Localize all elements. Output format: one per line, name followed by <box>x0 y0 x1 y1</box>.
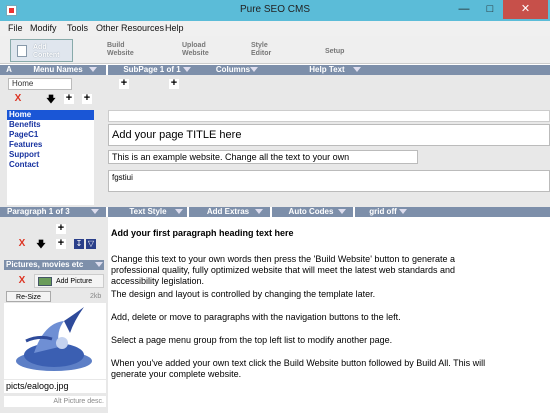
list-item[interactable]: Home <box>7 110 94 120</box>
page-url-field[interactable] <box>108 110 550 122</box>
menu-file[interactable]: File <box>8 23 23 33</box>
title-bar: Pure SEO CMS — □ ✕ <box>0 0 550 21</box>
paragraph-body-4[interactable]: Select a page menu group from the top le… <box>111 335 503 346</box>
page-icon <box>17 45 27 57</box>
a-header: A <box>6 65 12 74</box>
list-item[interactable]: Features <box>7 140 94 150</box>
merge-icon[interactable]: ▽ <box>86 239 96 249</box>
auto-codes-tab[interactable]: Auto Codes <box>275 207 347 217</box>
merge-down-icon[interactable]: ↧ <box>74 239 84 249</box>
add-page-button[interactable]: + <box>64 93 74 104</box>
chevron-down-icon <box>399 209 407 214</box>
delete-page-button[interactable]: X <box>13 94 23 104</box>
columns-tab[interactable]: Columns <box>207 65 259 75</box>
add-extras-tab[interactable]: Add Extras <box>192 207 264 217</box>
maximize-button[interactable]: □ <box>477 0 503 19</box>
menu-names-tab[interactable]: Menu Names <box>18 65 98 75</box>
subpage-tab[interactable]: SubPage 1 of 1 <box>112 65 192 75</box>
paragraph-heading[interactable]: Add your first paragraph heading text he… <box>111 228 503 239</box>
picture-preview[interactable] <box>4 303 106 379</box>
menu-group-select[interactable]: Home <box>8 78 72 90</box>
menu-bar: File Modify Tools Other Resources Help <box>0 21 550 36</box>
chevron-down-icon <box>91 209 99 214</box>
list-item[interactable]: Benefits <box>7 120 94 130</box>
add-picture-label: Add Picture <box>56 278 93 285</box>
chevron-down-icon <box>175 209 183 214</box>
pictures-header[interactable]: Pictures, movies etc <box>4 260 104 270</box>
paragraph-body-5[interactable]: When you've added your own text click th… <box>111 358 503 380</box>
page-keywords-field[interactable]: fgstiui <box>108 170 550 192</box>
upload-website-button[interactable]: Upload Website <box>182 42 209 58</box>
paragraph-tab[interactable]: Paragraph 1 of 3 <box>2 207 100 217</box>
menu-other-resources[interactable]: Other Resources <box>96 23 164 33</box>
chevron-down-icon <box>338 209 346 214</box>
style-editor-button[interactable]: Style Editor <box>251 42 271 58</box>
add-page-after-button[interactable]: + <box>82 93 92 104</box>
add-content-button[interactable]: Add Content <box>10 39 73 62</box>
add-paragraph-button[interactable]: + <box>56 238 66 249</box>
alt-text-field[interactable]: Alt Picture desc. <box>4 396 106 407</box>
add-picture-button[interactable]: Add Picture <box>34 274 104 288</box>
minimize-button[interactable]: — <box>451 0 477 19</box>
picture-filename-field[interactable]: picts/ealogo.jpg <box>4 380 106 393</box>
delete-paragraph-button[interactable]: X <box>17 239 27 249</box>
paragraph-body-3[interactable]: Add, delete or move to paragraphs with t… <box>111 312 503 323</box>
move-paragraph-down-button[interactable]: 🡇 <box>36 239 46 249</box>
paragraph-editor[interactable]: Add your first paragraph heading text he… <box>108 220 550 413</box>
chevron-down-icon <box>95 262 103 267</box>
resize-button[interactable]: Re-Size <box>6 291 51 302</box>
logo-image <box>16 307 92 371</box>
picture-size: 2kb <box>90 293 102 300</box>
chevron-down-icon <box>89 67 97 72</box>
add-subpage-button[interactable]: + <box>119 78 129 89</box>
add-paragraph-above-button[interactable]: + <box>56 223 66 234</box>
add-content-label: Add Content <box>33 44 60 59</box>
paragraph-header-bar: Paragraph 1 of 3 Text Style Add Extras A… <box>0 207 550 217</box>
build-website-button[interactable]: Build Website <box>107 42 134 58</box>
paragraph-body-1[interactable]: Change this text to your own words then … <box>111 254 503 287</box>
close-button[interactable]: ✕ <box>503 0 548 19</box>
setup-button[interactable]: Setup <box>325 48 344 56</box>
list-item[interactable]: PageC1 <box>7 130 94 140</box>
paragraph-body-2[interactable]: The design and layout is controlled by c… <box>111 289 503 300</box>
text-style-tab[interactable]: Text Style <box>112 207 184 217</box>
help-text-tab[interactable]: Help Text <box>292 65 362 75</box>
grid-toggle-tab[interactable]: grid off <box>358 207 408 217</box>
page-description-field[interactable]: This is an example website. Change all t… <box>108 150 418 164</box>
add-column-button[interactable]: + <box>169 78 179 89</box>
top-header-bar: A Menu Names SubPage 1 of 1 Columns Help… <box>0 65 550 75</box>
page-list: Home Benefits PageC1 Features Support Co… <box>7 110 94 205</box>
chevron-down-icon <box>183 67 191 72</box>
page-title-field[interactable]: Add your page TITLE here <box>108 124 550 146</box>
menu-modify[interactable]: Modify <box>30 23 57 33</box>
list-item[interactable]: Contact <box>7 160 94 170</box>
menu-tools[interactable]: Tools <box>67 23 88 33</box>
move-page-down-button[interactable]: 🡇 <box>46 94 56 104</box>
chevron-down-icon <box>250 67 258 72</box>
list-item[interactable]: Support <box>7 150 94 160</box>
toolbar: Add Content Build Website Upload Website St… <box>0 36 550 64</box>
delete-picture-button[interactable]: X <box>17 276 27 286</box>
picture-icon <box>38 277 52 286</box>
menu-help[interactable]: Help <box>165 23 184 33</box>
chevron-down-icon <box>255 209 263 214</box>
chevron-down-icon <box>353 67 361 72</box>
